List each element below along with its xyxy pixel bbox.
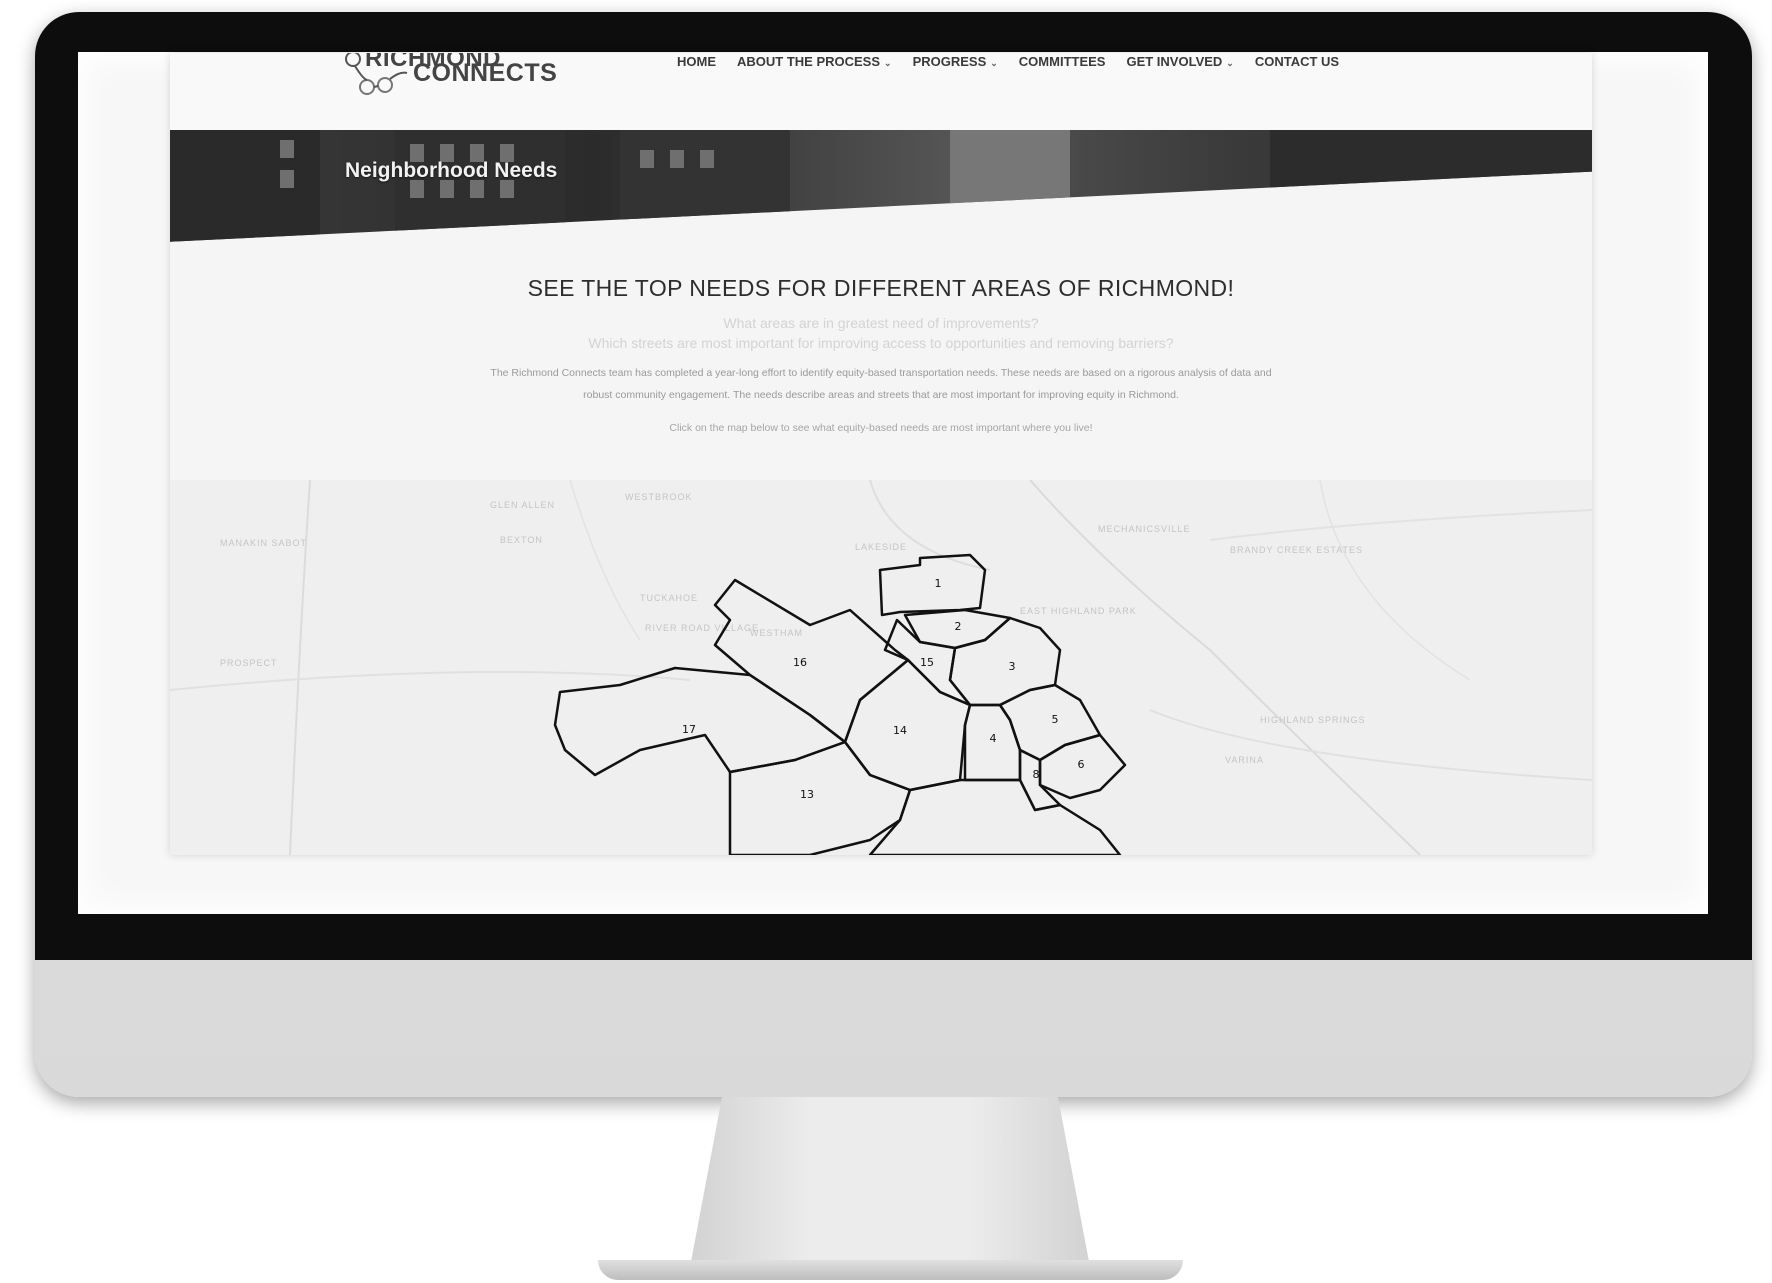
nav-label: GET INVOLVED (1126, 54, 1223, 69)
monitor-stand-base (598, 1260, 1183, 1280)
website-viewport: RICHMOND CONNECTS HOME ABOUT THE PROCESS… (170, 53, 1592, 855)
map-region-label: 3 (1009, 660, 1016, 673)
map-region-label: 1 (935, 577, 942, 590)
nav-label: HOME (677, 54, 716, 69)
question-1: What areas are in greatest need of impro… (723, 315, 1039, 331)
monitor-stand-neck (690, 1097, 1090, 1267)
question-2: Which streets are most important for imp… (588, 335, 1174, 351)
intro-paragraph: The Richmond Connects team has completed… (350, 362, 1412, 406)
nav-contact-us[interactable]: CONTACT US (1255, 54, 1339, 69)
map-region-label: 4 (990, 732, 997, 745)
map-region-1[interactable] (878, 553, 987, 617)
neighborhood-map[interactable]: MANAKIN SABOT BEXTON WESTBROOK LAKESIDE … (170, 480, 1592, 855)
nav-label: COMMITTEES (1018, 54, 1106, 69)
section-heading: SEE THE TOP NEEDS FOR DIFFERENT AREAS OF… (527, 275, 1235, 301)
map-instruction: Click on the map below to see what equit… (669, 422, 1093, 434)
main-nav: HOME ABOUT THE PROCESS ⌄ PROGRESS ⌄ COMMIT… (677, 54, 1360, 69)
nav-label: CONTACT US (1254, 54, 1340, 69)
chevron-down-icon: ⌄ (1226, 58, 1234, 68)
nav-label: PROGRESS (912, 54, 987, 69)
site-header: RICHMOND CONNECTS HOME ABOUT THE PROCESS… (170, 53, 1592, 130)
map-region-label: 16 (793, 656, 807, 669)
chevron-down-icon: ⌄ (884, 58, 892, 68)
site-logo[interactable]: RICHMOND CONNECTS (345, 53, 575, 95)
map-region-label: 8 (1033, 768, 1040, 781)
intro-paragraph-line2: robust community engagement. The needs d… (583, 389, 1179, 401)
nav-label: ABOUT THE PROCESS (737, 54, 881, 69)
nav-home[interactable]: HOME (677, 54, 716, 69)
nav-progress[interactable]: PROGRESS ⌄ (913, 54, 998, 69)
hero-banner (170, 130, 1592, 242)
nav-get-involved[interactable]: GET INVOLVED ⌄ (1126, 54, 1233, 69)
nav-about-the-process[interactable]: ABOUT THE PROCESS ⌄ (737, 54, 892, 69)
logo-text-line2: CONNECTS (413, 59, 558, 87)
map-region-label: 17 (682, 723, 696, 736)
map-regions: 1 2 3 4 5 6 8 13 14 15 16 17 (553, 553, 1127, 855)
map-region-label: 6 (1078, 758, 1085, 771)
map-region-label: 14 (893, 724, 907, 737)
map-region-label: 15 (920, 656, 934, 669)
map-region-label: 5 (1052, 713, 1059, 726)
map-region-label: 2 (955, 620, 962, 633)
chevron-down-icon: ⌄ (990, 58, 998, 68)
map-region-label: 13 (800, 788, 814, 801)
intro-paragraph-line1: The Richmond Connects team has completed… (490, 367, 1272, 379)
page-title: Neighborhood Needs (345, 159, 558, 182)
nav-committees[interactable]: COMMITTEES (1019, 54, 1106, 69)
